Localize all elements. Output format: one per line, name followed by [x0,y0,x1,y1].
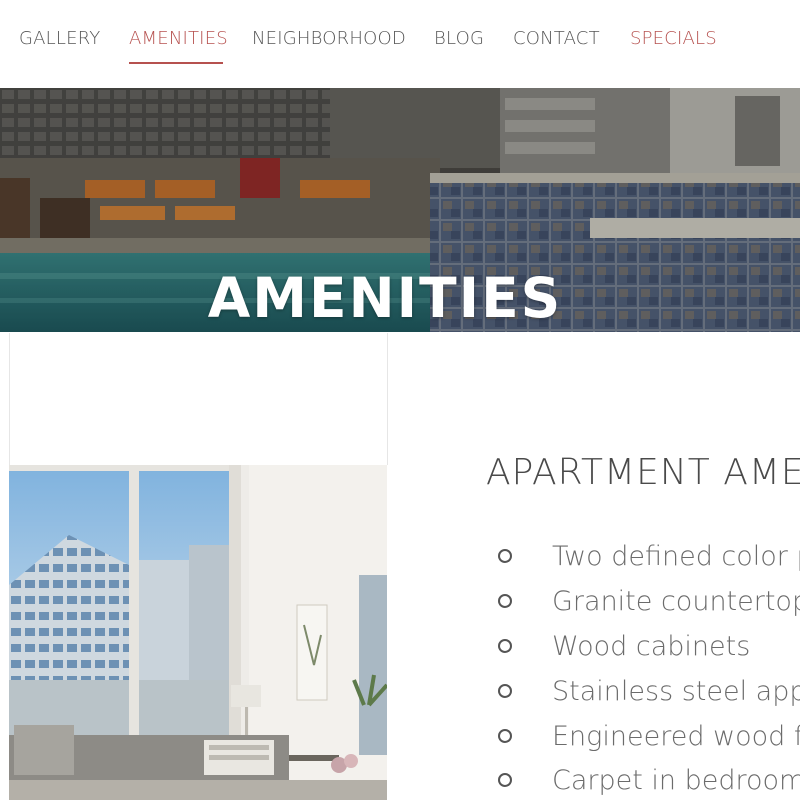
nav-item-blog[interactable]: BLOG [434,28,484,49]
hero-title: AMENITIES [207,266,563,330]
amenity-text: Wood cabinets [552,631,751,662]
section-heading: APARTMENT AMEN [486,452,800,493]
column-divider [387,333,388,465]
amenity-text: Granite countertops [552,586,800,617]
circle-bullet-icon [498,594,512,608]
nav-item-specials[interactable]: SPECIALS [630,28,717,49]
nav-active-underline [129,62,223,64]
circle-bullet-icon [498,773,512,787]
circle-bullet-icon [498,549,512,563]
hero-banner: AMENITIES [0,88,800,332]
living-room-image [9,465,387,800]
amenity-text: Stainless steel appl [552,676,800,707]
amenity-text: Carpet in bedrooms [552,765,800,796]
nav-item-amenities[interactable]: AMENITIES [129,28,228,49]
nav-item-gallery[interactable]: GALLERY [19,28,100,49]
amenity-text: Engineered wood f [552,721,800,752]
circle-bullet-icon [498,684,512,698]
top-nav: GALLERY AMENITIES NEIGHBORHOOD BLOG CONT… [0,0,800,88]
nav-item-contact[interactable]: CONTACT [513,28,600,49]
living-room-photo [9,465,387,800]
circle-bullet-icon [498,639,512,653]
nav-item-neighborhood[interactable]: NEIGHBORHOOD [252,28,406,49]
amenity-text: Two defined color p [552,541,800,572]
circle-bullet-icon [498,729,512,743]
left-column-border [9,333,10,465]
